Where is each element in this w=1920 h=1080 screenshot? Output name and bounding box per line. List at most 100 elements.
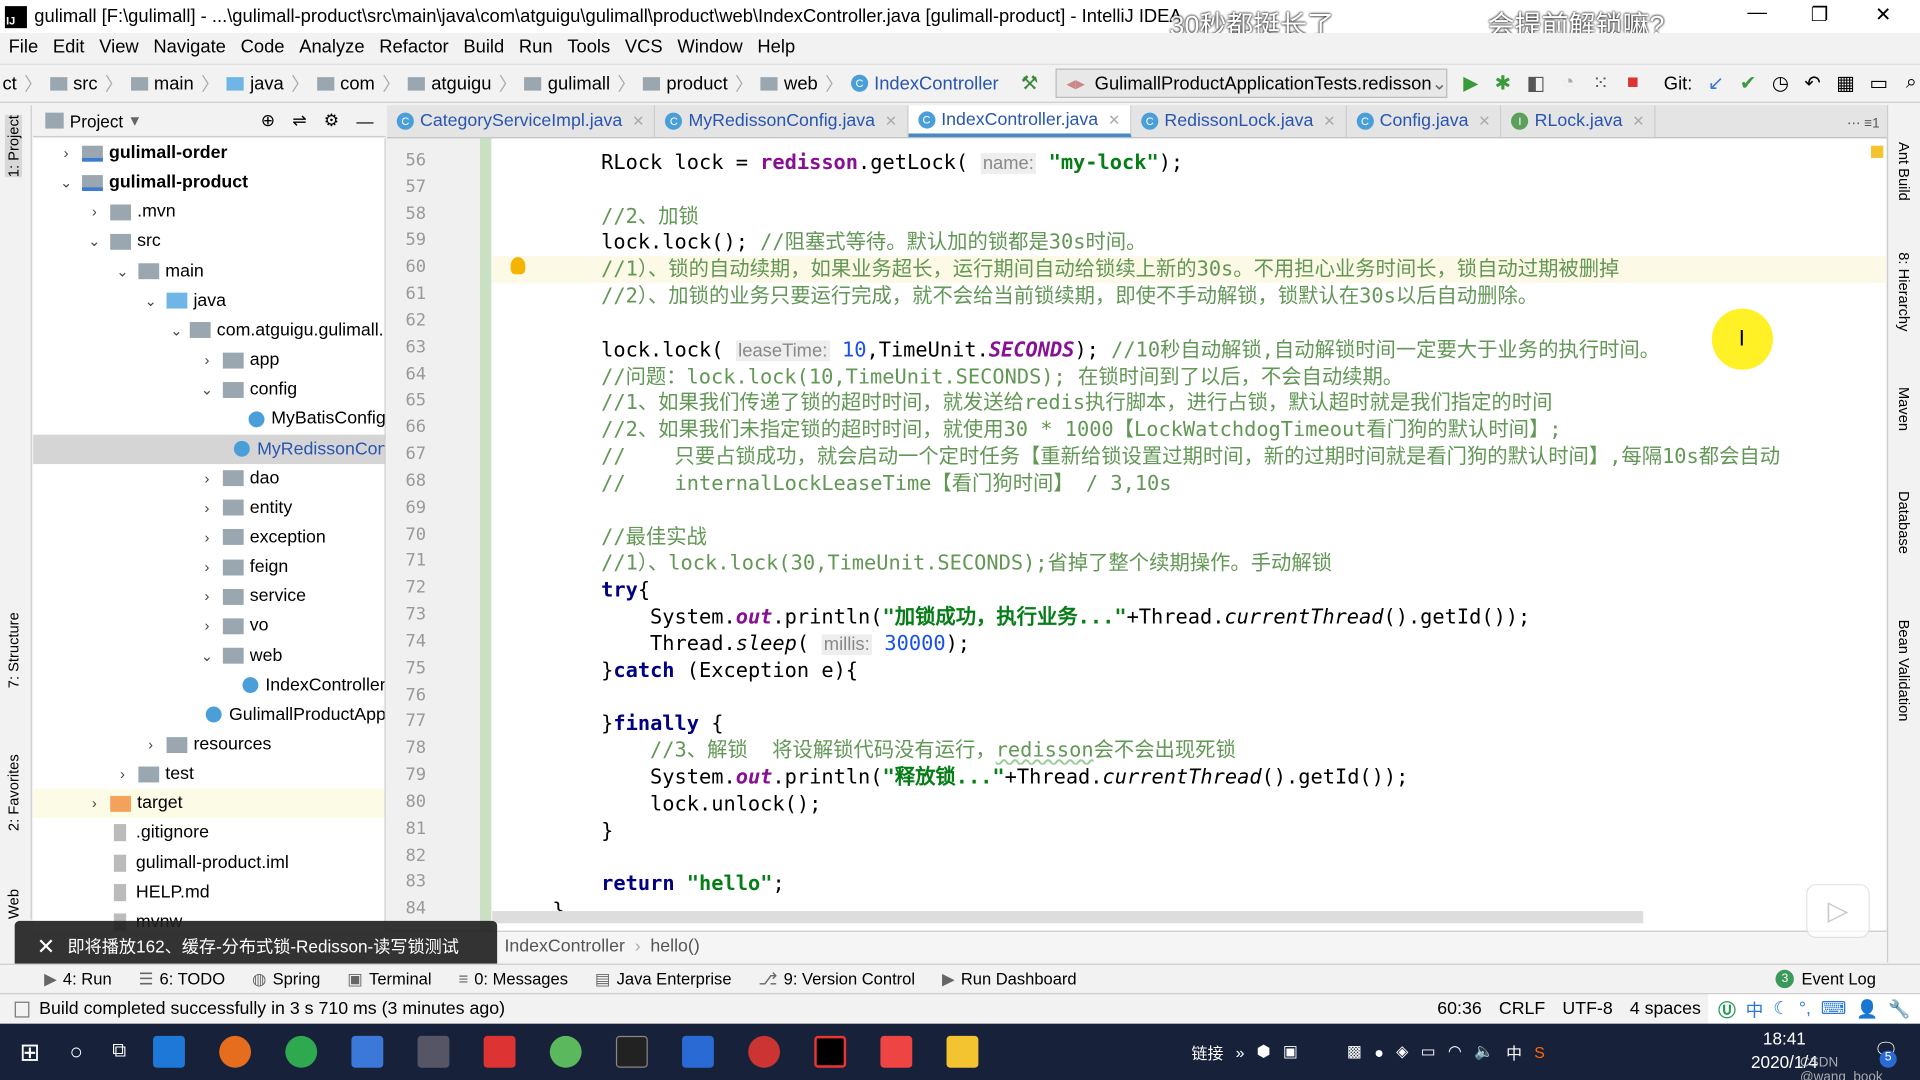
- code-line[interactable]: // internalLockLeaseTime【看门狗时间】 / 3,10s: [503, 470, 1885, 497]
- indent-setting[interactable]: 4 spaces: [1630, 999, 1701, 1019]
- chevron-right-icon[interactable]: ›: [198, 588, 215, 605]
- close-tab-icon[interactable]: ✕: [1478, 113, 1490, 130]
- tab-config[interactable]: C Config.java ✕: [1346, 105, 1502, 138]
- tool-tab-terminal[interactable]: ▣ Terminal: [347, 969, 431, 989]
- git-update-icon[interactable]: ↙: [1707, 71, 1725, 95]
- tree-item[interactable]: › vo: [33, 611, 384, 640]
- file-explorer-icon[interactable]: [946, 1035, 979, 1068]
- store-icon[interactable]: [351, 1035, 384, 1068]
- code-line[interactable]: System.out.println("释放锁..."+Thread.curre…: [503, 764, 1885, 791]
- chevron-down-icon[interactable]: ⌄: [86, 233, 103, 250]
- app-icon[interactable]: [549, 1035, 582, 1068]
- close-icon[interactable]: ✕: [37, 934, 55, 960]
- chevron-down-icon[interactable]: ▾: [131, 110, 140, 131]
- breadcrumb-class[interactable]: IndexController: [504, 937, 624, 957]
- code-line[interactable]: lock.lock(); //阻塞式等待。默认加的锁都是30s时间。: [503, 230, 1885, 257]
- wifi-icon[interactable]: ◠: [1448, 1042, 1462, 1062]
- tool-window-project[interactable]: 1: Project: [4, 115, 23, 178]
- code-line[interactable]: //2、如果我们未指定锁的超时时间，就使用30 * 1000【LockWatch…: [503, 417, 1885, 444]
- menu-code[interactable]: Code: [241, 37, 285, 58]
- code-line[interactable]: try{: [503, 577, 1885, 604]
- line-separator[interactable]: CRLF: [1499, 999, 1545, 1019]
- code-line[interactable]: }catch (Exception e){: [503, 657, 1885, 684]
- battery-icon[interactable]: ▭: [1421, 1042, 1436, 1062]
- code-line[interactable]: }finally {: [503, 711, 1885, 738]
- event-log-button[interactable]: 3 Event Log: [1775, 969, 1876, 989]
- tab-categoryserviceimpl[interactable]: C CategoryServiceImpl.java ✕: [386, 105, 656, 138]
- tab-rlock[interactable]: I RLock.java ✕: [1501, 105, 1656, 138]
- chevron-right-icon[interactable]: ›: [86, 795, 103, 812]
- firefox-icon[interactable]: [219, 1035, 252, 1068]
- collapse-all-icon[interactable]: ⇌: [292, 110, 306, 131]
- breadcrumb-item[interactable]: atguigu: [407, 73, 491, 94]
- chevron-down-icon[interactable]: ⌄: [142, 292, 159, 309]
- code-line[interactable]: [503, 176, 1885, 203]
- start-button-icon[interactable]: ⊞: [20, 1037, 41, 1068]
- code-line[interactable]: //1）、lock.lock(30,TimeUnit.SECONDS);省掉了整…: [503, 550, 1885, 577]
- code-line[interactable]: [503, 497, 1885, 524]
- code-line[interactable]: //最佳实战: [503, 524, 1885, 551]
- code-line[interactable]: //2、加锁: [503, 203, 1885, 230]
- close-button[interactable]: ✕: [1859, 2, 1908, 26]
- code-line[interactable]: //问题：lock.lock(10,TimeUnit.SECONDS); 在锁时…: [503, 363, 1885, 390]
- chevron-right-icon[interactable]: ›: [198, 529, 215, 546]
- code-line[interactable]: RLock lock = redisson.getLock( name: "my…: [503, 149, 1885, 176]
- tool-window-hierarchy[interactable]: 8: Hierarchy: [1896, 252, 1913, 331]
- edge-icon[interactable]: [153, 1035, 185, 1068]
- maximize-button[interactable]: ❐: [1795, 2, 1844, 26]
- security-icon[interactable]: ◈: [1396, 1042, 1408, 1062]
- hide-panel-icon[interactable]: —: [356, 111, 373, 131]
- code-line[interactable]: //2）、加锁的业务只要运行完成，就不会给当前锁续期，即使不手动解锁，锁默认在3…: [503, 283, 1885, 310]
- volume-icon[interactable]: 🔈: [1474, 1042, 1494, 1062]
- chevron-right-icon[interactable]: ›: [198, 351, 215, 368]
- menu-navigate[interactable]: Navigate: [153, 37, 225, 58]
- horizontal-scrollbar[interactable]: [492, 911, 1644, 924]
- chevron-right-icon[interactable]: ›: [86, 204, 103, 221]
- task-view-icon[interactable]: ⧉: [112, 1041, 126, 1063]
- close-tab-icon[interactable]: ✕: [632, 113, 644, 130]
- app-icon[interactable]: [417, 1035, 450, 1068]
- build-hammer-icon[interactable]: ⚒: [1021, 71, 1039, 95]
- menu-run[interactable]: Run: [519, 37, 553, 58]
- chevron-right-icon[interactable]: ›: [58, 144, 75, 161]
- chevron-right-icon[interactable]: ›: [114, 765, 131, 782]
- tool-window-web[interactable]: Web: [5, 889, 22, 919]
- debug-icon[interactable]: ✱: [1494, 71, 1512, 95]
- warning-marker-icon[interactable]: [1871, 145, 1884, 158]
- tool-window-database[interactable]: Database: [1896, 491, 1913, 554]
- tray-link-text[interactable]: 链接: [1192, 1040, 1224, 1063]
- toggle-panels-icon[interactable]: [14, 1001, 30, 1017]
- locate-icon[interactable]: ⊕: [261, 110, 275, 131]
- menu-help[interactable]: Help: [757, 37, 795, 58]
- breadcrumb-item[interactable]: C IndexController: [850, 73, 999, 94]
- caret-position[interactable]: 60:36: [1437, 999, 1481, 1019]
- menu-view[interactable]: View: [99, 37, 138, 58]
- breadcrumb-item[interactable]: main: [130, 73, 194, 94]
- menu-edit[interactable]: Edit: [53, 37, 85, 58]
- file-encoding[interactable]: UTF-8: [1562, 999, 1612, 1019]
- project-structure-icon[interactable]: ▦: [1836, 71, 1855, 95]
- rollback-icon[interactable]: ↶: [1804, 71, 1822, 95]
- project-view-select[interactable]: Project: [70, 111, 123, 131]
- tool-tab-spring[interactable]: ◍ Spring: [252, 969, 320, 989]
- tree-item[interactable]: › gulimall-order: [33, 138, 384, 167]
- sogou-icon[interactable]: S: [1534, 1043, 1545, 1061]
- code-line[interactable]: // 只要占锁成功，就会启动一个定时任务【重新给锁设置过期时间，新的过期时间就是…: [503, 443, 1885, 470]
- tab-myredissonconfig[interactable]: C MyRedissonConfig.java ✕: [655, 105, 909, 138]
- tool-window-structure[interactable]: 7: Structure: [5, 612, 22, 688]
- breadcrumb-item[interactable]: gulimall: [524, 73, 610, 94]
- chevron-down-icon[interactable]: ⌄: [170, 322, 182, 339]
- chevron-right-icon[interactable]: ›: [198, 470, 215, 487]
- tree-item[interactable]: MyRedissonConfig: [33, 434, 385, 464]
- stop-icon[interactable]: ■: [1624, 72, 1642, 94]
- code-line[interactable]: //1）、锁的自动续期，如果业务超长，运行期间自动给锁续上新的30s。不用担心业…: [492, 256, 1886, 284]
- git-commit-icon[interactable]: ✔: [1739, 71, 1757, 95]
- tree-item[interactable]: › test: [33, 759, 384, 788]
- ime-toolbar[interactable]: Ⓤ 中 ☾ °, ⌨ 👤 🔧: [1708, 994, 1920, 1024]
- tree-item[interactable]: ⌄ com.atguigu.gulimall.product: [33, 316, 384, 345]
- attach-debugger-icon[interactable]: ⁙: [1592, 71, 1610, 95]
- tree-item[interactable]: ⌄ main: [33, 257, 384, 286]
- search-icon[interactable]: ⌕: [1903, 72, 1920, 94]
- menu-tools[interactable]: Tools: [567, 37, 610, 58]
- ime-indicator[interactable]: 中: [1506, 1040, 1522, 1063]
